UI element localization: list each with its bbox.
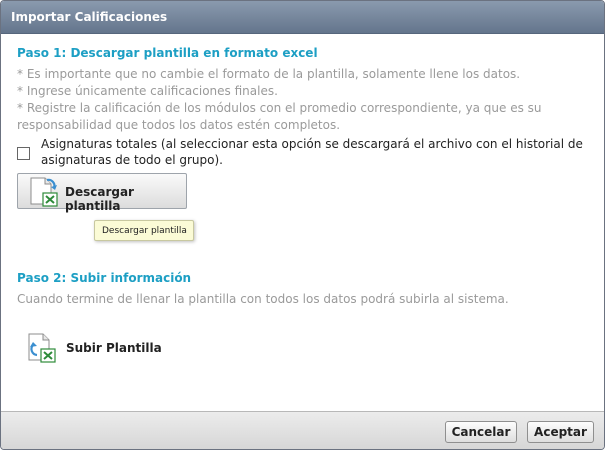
dialog-titlebar[interactable]: Importar Calificaciones bbox=[1, 1, 604, 34]
step2-title: Paso 2: Subir información bbox=[17, 271, 192, 285]
download-template-button[interactable]: Descargar plantilla bbox=[17, 173, 187, 213]
accept-button[interactable]: Aceptar bbox=[527, 421, 594, 443]
cancel-button[interactable]: Cancelar bbox=[445, 421, 517, 443]
step1-title: Paso 1: Descargar plantilla en formato e… bbox=[17, 46, 318, 60]
excel-upload-icon bbox=[25, 333, 59, 366]
step1-note-final-grades: * Ingrese únicamente calificaciones fina… bbox=[17, 84, 278, 98]
download-template-label: Descargar plantilla bbox=[65, 185, 134, 213]
upload-template-button[interactable]: Subir Plantilla bbox=[25, 333, 165, 363]
download-template-tooltip: Descargar plantilla bbox=[94, 220, 194, 241]
upload-template-label: Subir Plantilla bbox=[66, 341, 162, 355]
step2-note: Cuando termine de llenar la plantilla co… bbox=[17, 292, 509, 306]
total-subjects-checkbox[interactable] bbox=[17, 147, 30, 160]
excel-download-icon bbox=[26, 177, 60, 210]
total-subjects-label[interactable]: Asignaturas totales (al seleccionar esta… bbox=[41, 136, 586, 168]
import-grades-dialog: Importar Calificaciones Paso 1: Descarga… bbox=[0, 0, 605, 450]
dialog-footer: Cancelar Aceptar bbox=[1, 411, 604, 449]
step1-note-modules: * Registre la calificación de los módulo… bbox=[17, 101, 542, 132]
step1-note-format: * Es importante que no cambie el formato… bbox=[17, 67, 521, 81]
dialog-title: Importar Calificaciones bbox=[11, 10, 168, 24]
